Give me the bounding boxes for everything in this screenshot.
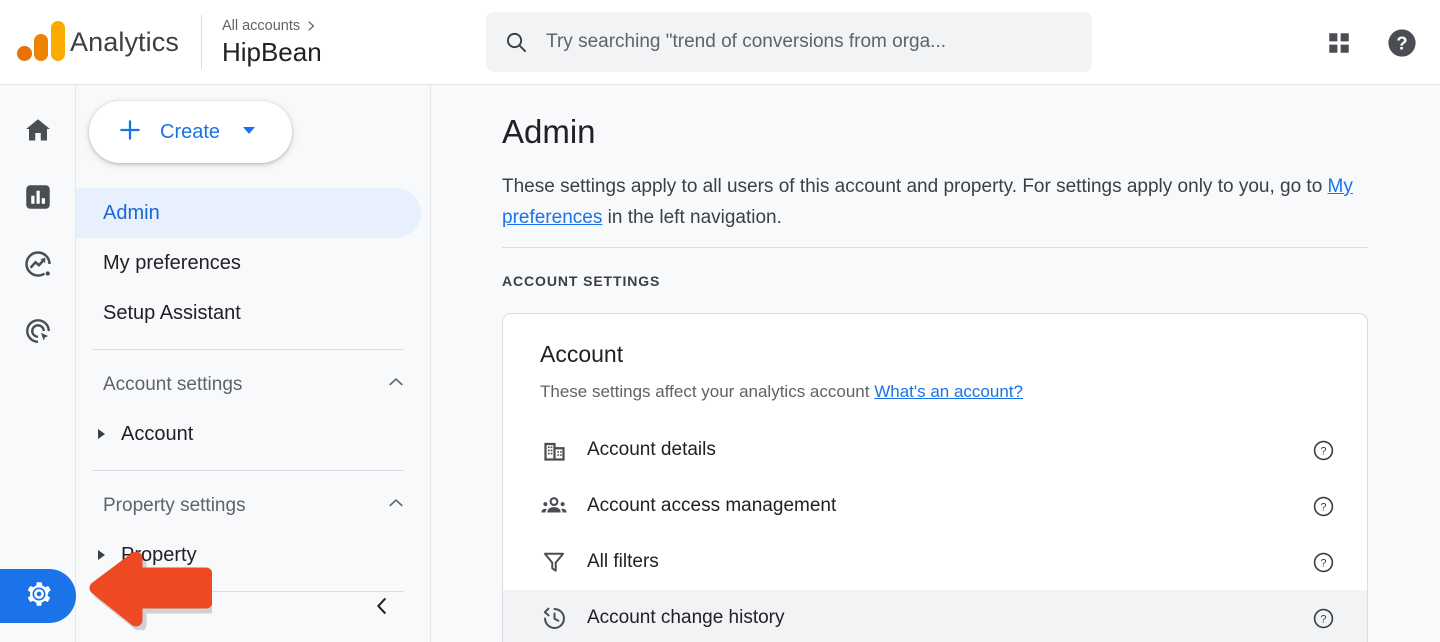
chevron-up-icon: [386, 493, 406, 519]
account-settings-section-label: ACCOUNT SETTINGS: [502, 273, 660, 289]
sidebar-section-label: Property settings: [103, 495, 246, 517]
svg-text:?: ?: [1320, 501, 1326, 513]
sidebar-subitem-property[interactable]: Property: [76, 530, 431, 580]
breadcrumb-all-accounts[interactable]: All accounts: [222, 17, 300, 35]
sidebar-collapse-button[interactable]: [364, 590, 400, 626]
plus-icon: [117, 117, 143, 148]
rail-item-reports[interactable]: [0, 166, 76, 233]
chevron-up-icon: [386, 372, 406, 398]
sidebar-item-label: Setup Assistant: [103, 302, 241, 325]
svg-text:?: ?: [1396, 32, 1407, 53]
create-button[interactable]: Create: [89, 101, 292, 163]
section-divider: [502, 247, 1368, 248]
row-all-filters[interactable]: All filters ?: [503, 534, 1367, 590]
help-circle-outline-icon[interactable]: ?: [1312, 495, 1335, 518]
account-settings-card: Account These settings affect your analy…: [502, 313, 1368, 642]
row-account-details[interactable]: Account details ?: [503, 422, 1367, 478]
row-label: Account change history: [587, 607, 785, 629]
row-label: Account details: [587, 439, 716, 461]
page-description-part2: in the left navigation.: [602, 207, 782, 228]
building-icon: [537, 437, 571, 464]
explore-trend-icon: [23, 249, 53, 284]
whats-an-account-link[interactable]: What's an account?: [874, 382, 1023, 401]
top-bar: Analytics All accounts HipBean: [0, 0, 1440, 85]
create-button-label: Create: [160, 121, 220, 144]
svg-text:?: ?: [1320, 445, 1326, 457]
sidebar-item-admin[interactable]: Admin: [76, 188, 421, 238]
row-label: Account access management: [587, 495, 836, 517]
triangle-right-icon: [98, 429, 105, 439]
advertising-target-cursor-icon: [23, 316, 53, 351]
search-box[interactable]: [486, 12, 1092, 72]
chevron-right-icon: [305, 20, 317, 32]
brand-divider: [201, 15, 202, 69]
page-title: Admin: [502, 113, 596, 151]
sidebar-item-label: Admin: [103, 202, 160, 225]
gear-icon: [24, 579, 54, 614]
sidebar-section-account-settings[interactable]: Account settings: [76, 361, 431, 409]
breadcrumb[interactable]: All accounts: [222, 17, 322, 35]
sidebar-section-property-settings[interactable]: Property settings: [76, 482, 431, 530]
sidebar-item-my-preferences[interactable]: My preferences: [76, 238, 421, 288]
page-description-part1: These settings apply to all users of thi…: [502, 176, 1328, 197]
reports-bar-chart-icon: [23, 182, 53, 217]
rail-item-admin-gear[interactable]: [0, 569, 76, 623]
sidebar-divider: [92, 470, 404, 471]
brand-title: Analytics: [70, 27, 179, 58]
sidebar-subitem-label: Account: [121, 423, 193, 446]
apps-grid-icon[interactable]: [1326, 30, 1352, 56]
help-circle-filled-icon[interactable]: ?: [1386, 27, 1418, 59]
rail-item-explore[interactable]: [0, 233, 76, 300]
main-content: Admin These settings apply to all users …: [431, 85, 1440, 642]
top-bar-actions: ?: [1326, 0, 1418, 85]
analytics-admin-page: Analytics All accounts HipBean: [0, 0, 1440, 642]
sidebar-item-setup-assistant[interactable]: Setup Assistant: [76, 288, 421, 338]
sidebar-nav: Admin My preferences Setup Assistant Acc…: [76, 188, 431, 603]
search-input[interactable]: [546, 31, 1074, 53]
settings-row-list: Account details ?: [503, 422, 1367, 642]
brand-block[interactable]: Analytics: [0, 21, 179, 63]
funnel-filter-icon: [537, 549, 571, 575]
card-subtitle: These settings affect your analytics acc…: [540, 382, 1023, 402]
chevron-left-icon: [371, 595, 393, 622]
search-icon: [504, 29, 528, 55]
account-breadcrumb-block[interactable]: All accounts HipBean: [222, 17, 322, 68]
sidebar: Create Admin My preferences Setup Assist…: [76, 85, 431, 642]
help-circle-outline-icon[interactable]: ?: [1312, 439, 1335, 462]
sidebar-divider: [92, 349, 404, 350]
rail-item-home[interactable]: [0, 99, 76, 166]
page-description: These settings apply to all users of thi…: [502, 171, 1382, 233]
sidebar-subitem-label: Property: [121, 544, 197, 567]
people-group-icon: [537, 492, 571, 520]
sidebar-item-label: My preferences: [103, 252, 241, 275]
svg-text:?: ?: [1320, 557, 1326, 569]
account-name[interactable]: HipBean: [222, 36, 322, 68]
sidebar-divider: [92, 591, 404, 592]
help-circle-outline-icon[interactable]: ?: [1312, 607, 1335, 630]
sidebar-section-label: Account settings: [103, 374, 242, 396]
rail-item-advertising[interactable]: [0, 300, 76, 367]
caret-down-icon: [241, 122, 257, 143]
logo-bar-medium: [34, 34, 48, 61]
sidebar-subitem-account[interactable]: Account: [76, 409, 431, 459]
home-icon: [23, 115, 53, 150]
svg-text:?: ?: [1320, 613, 1326, 625]
history-clock-icon: [537, 605, 571, 632]
logo-bar-tall: [51, 21, 65, 61]
row-account-access-management[interactable]: Account access management ?: [503, 478, 1367, 534]
card-subtitle-text: These settings affect your analytics acc…: [540, 382, 874, 401]
help-circle-outline-icon[interactable]: ?: [1312, 551, 1335, 574]
row-account-change-history[interactable]: Account change history ?: [503, 590, 1367, 642]
triangle-right-icon: [98, 550, 105, 560]
card-title: Account: [540, 341, 623, 368]
logo-dot: [17, 46, 32, 61]
google-analytics-logo: [14, 21, 60, 63]
row-label: All filters: [587, 551, 659, 573]
icon-rail: [0, 85, 76, 642]
